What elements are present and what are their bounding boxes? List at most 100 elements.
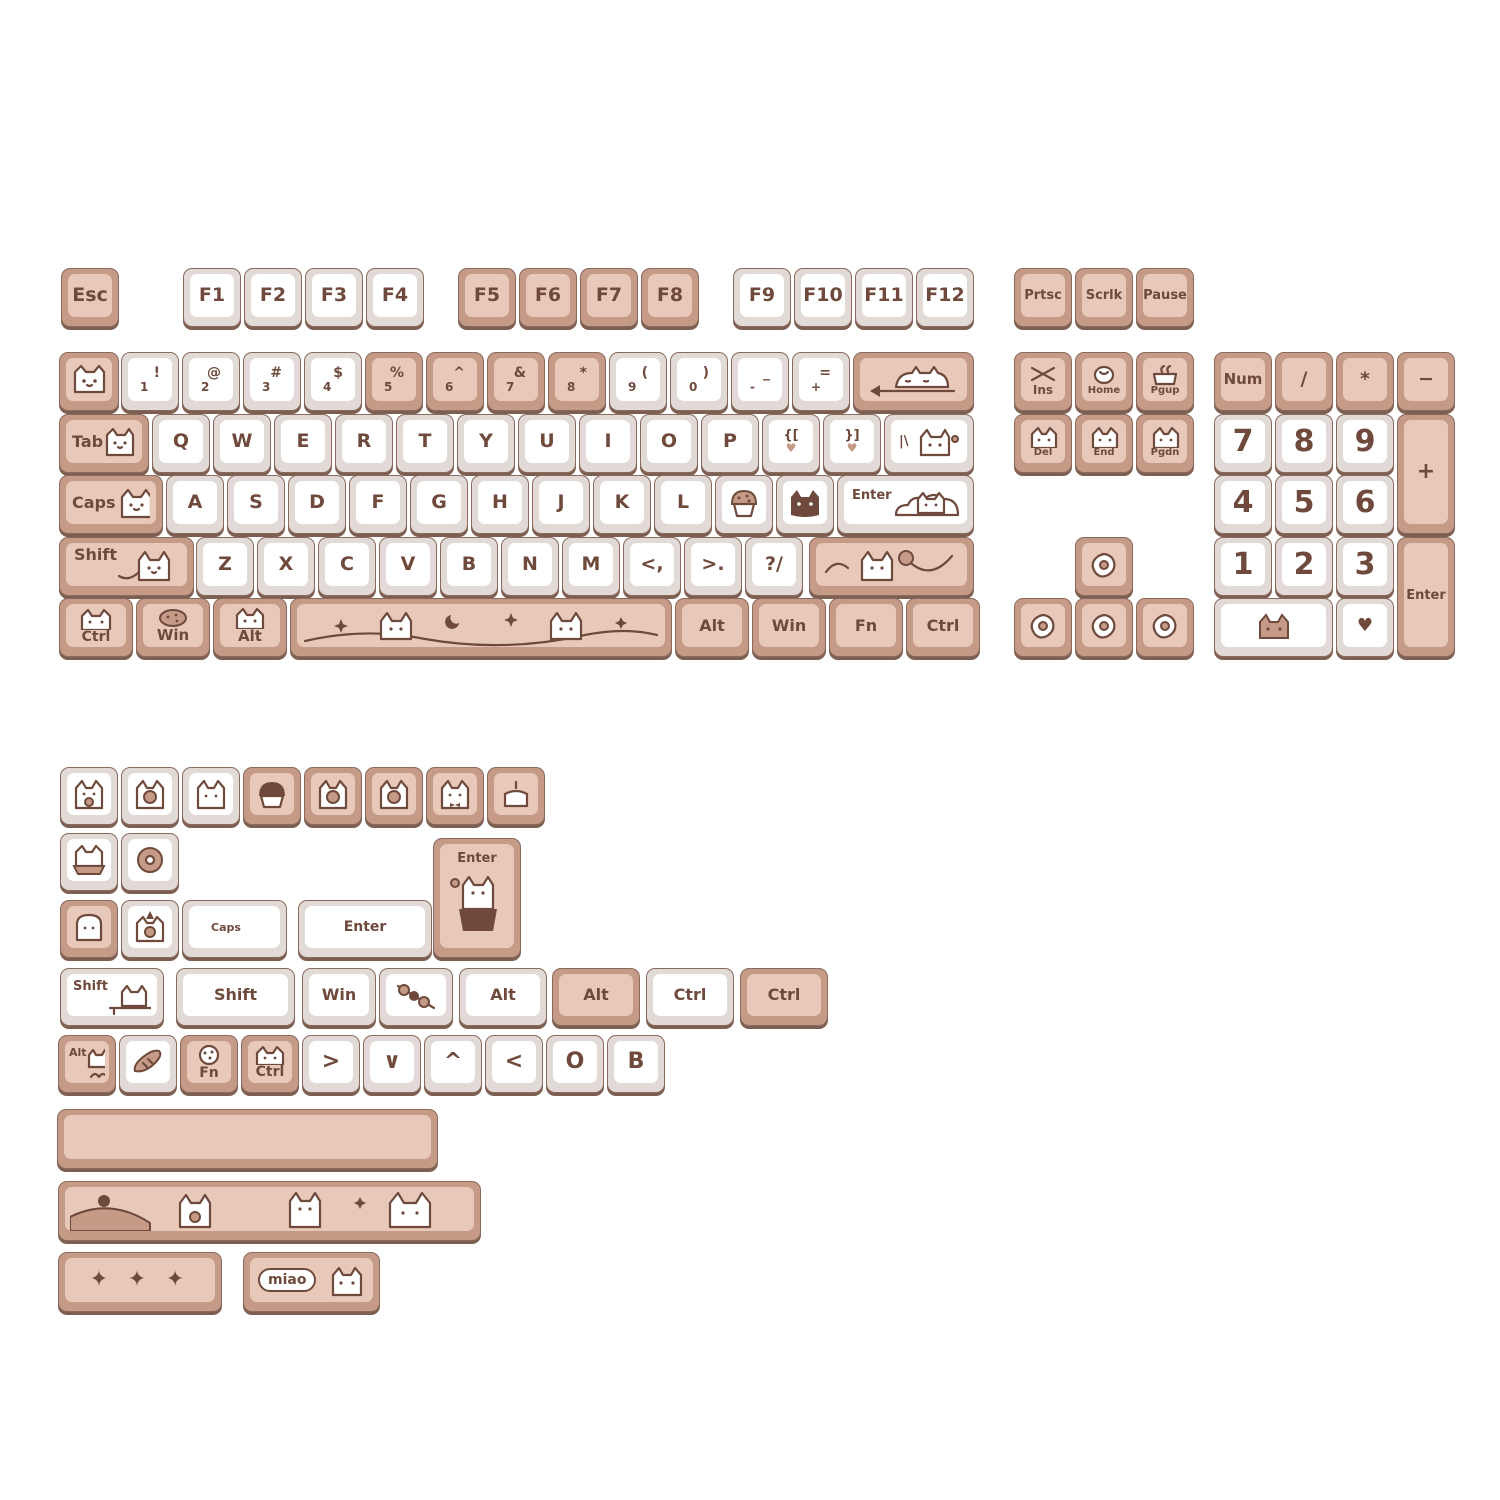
- extra-key-b[interactable]: B: [607, 1035, 665, 1093]
- key-d[interactable]: D: [288, 475, 346, 534]
- key-num-2[interactable]: 2: [1275, 537, 1333, 596]
- key-comma[interactable]: <,: [623, 537, 681, 596]
- key-backspace[interactable]: [853, 352, 974, 411]
- key-2[interactable]: @2: [182, 352, 240, 411]
- key-n[interactable]: N: [501, 537, 559, 596]
- extra-key-cake[interactable]: [487, 767, 545, 825]
- extra-key-cat-party[interactable]: [121, 900, 179, 958]
- extra-key-miao[interactable]: miao: [243, 1252, 380, 1312]
- key-y[interactable]: Y: [457, 414, 515, 473]
- extra-key-o[interactable]: O: [546, 1035, 604, 1093]
- key-f3[interactable]: F3: [305, 268, 363, 327]
- key-p[interactable]: P: [701, 414, 759, 473]
- key-num-6[interactable]: 6: [1336, 475, 1394, 534]
- key-shift[interactable]: Shift: [59, 537, 194, 596]
- extra-key-donut[interactable]: [121, 833, 179, 891]
- key-a[interactable]: A: [166, 475, 224, 534]
- extra-key-enter[interactable]: Enter: [298, 900, 432, 958]
- key-num-1[interactable]: 1: [1214, 537, 1272, 596]
- extra-key-spacebar-cats[interactable]: [58, 1181, 481, 1241]
- extra-key-dango[interactable]: [379, 968, 453, 1026]
- key-5[interactable]: % 5: [365, 352, 423, 411]
- key-num-slash[interactable]: /: [1275, 352, 1333, 411]
- key-f2[interactable]: F2: [244, 268, 302, 327]
- key-right-bracket[interactable]: }] ♥: [823, 414, 881, 473]
- key-f[interactable]: F: [349, 475, 407, 534]
- extra-key-cat-7[interactable]: [60, 833, 118, 891]
- key-f11[interactable]: F11: [855, 268, 913, 327]
- extra-key-spacebar-plain[interactable]: [57, 1109, 438, 1169]
- extra-key-chocolate-muffin[interactable]: [243, 767, 301, 825]
- key-num-5[interactable]: 5: [1275, 475, 1333, 534]
- key-tab[interactable]: Tab: [59, 414, 149, 473]
- key-m[interactable]: M: [562, 537, 620, 596]
- extra-key-cat-5[interactable]: [365, 767, 423, 825]
- extra-key-cat-6[interactable]: [426, 767, 484, 825]
- extra-key-fn-cookie[interactable]: Fn: [180, 1035, 238, 1093]
- key-f1[interactable]: F1: [183, 268, 241, 327]
- key-right-ctrl[interactable]: Ctrl: [906, 598, 980, 657]
- key-g[interactable]: G: [410, 475, 468, 534]
- key-arrow-up[interactable]: [1075, 537, 1133, 596]
- key-num-plus[interactable]: +: [1397, 414, 1455, 534]
- key-k[interactable]: K: [593, 475, 651, 534]
- key-f5[interactable]: F5: [458, 268, 516, 327]
- key-6[interactable]: ^ 6: [426, 352, 484, 411]
- key-prtsc[interactable]: Prtsc: [1014, 268, 1072, 327]
- key-f12[interactable]: F12: [916, 268, 974, 327]
- key-alt[interactable]: Alt: [213, 598, 287, 657]
- key-arrow-right[interactable]: [1136, 598, 1194, 657]
- key-minus[interactable]: _ -: [731, 352, 789, 411]
- key-num-8[interactable]: 8: [1275, 414, 1333, 473]
- key-num-7[interactable]: 7: [1214, 414, 1272, 473]
- key-pause[interactable]: Pause: [1136, 268, 1194, 327]
- key-7[interactable]: & 7: [487, 352, 545, 411]
- key-z[interactable]: Z: [196, 537, 254, 596]
- key-home[interactable]: Home: [1075, 352, 1133, 411]
- extra-key-bread[interactable]: [119, 1035, 177, 1093]
- extra-key-alt-cat[interactable]: Alt: [58, 1035, 116, 1093]
- key-ins[interactable]: Ins: [1014, 352, 1072, 411]
- key-left-bracket[interactable]: {[♥: [762, 414, 820, 473]
- key-tilde-cat[interactable]: [59, 352, 119, 411]
- key-right-alt[interactable]: Alt: [675, 598, 749, 657]
- key-fn[interactable]: Fn: [829, 598, 903, 657]
- key-b[interactable]: B: [440, 537, 498, 596]
- key-o[interactable]: O: [640, 414, 698, 473]
- key-semicolon[interactable]: [715, 475, 773, 534]
- key-esc[interactable]: Esc: [61, 268, 119, 327]
- key-u[interactable]: U: [518, 414, 576, 473]
- extra-key-arrow-left[interactable]: <: [485, 1035, 543, 1093]
- key-caps[interactable]: Caps: [59, 475, 163, 534]
- key-j[interactable]: J: [532, 475, 590, 534]
- extra-key-iso-enter[interactable]: Enter: [433, 838, 521, 958]
- extra-key-shift-cat[interactable]: Shift: [60, 968, 164, 1026]
- key-numlock[interactable]: Num: [1214, 352, 1272, 411]
- extra-key-caps[interactable]: Caps: [182, 900, 287, 958]
- key-f4[interactable]: F4: [366, 268, 424, 327]
- extra-key-cat-1[interactable]: [60, 767, 118, 825]
- key-f7[interactable]: F7: [580, 268, 638, 327]
- key-equals[interactable]: = +: [792, 352, 850, 411]
- extra-key-ctrl-cat[interactable]: Ctrl: [241, 1035, 299, 1093]
- key-8[interactable]: * 8: [548, 352, 606, 411]
- key-t[interactable]: T: [396, 414, 454, 473]
- key-arrow-down[interactable]: [1075, 598, 1133, 657]
- key-f9[interactable]: F9: [733, 268, 791, 327]
- key-enter[interactable]: Enter: [837, 475, 974, 534]
- key-pgup[interactable]: Pgup: [1136, 352, 1194, 411]
- extra-key-ctrl-tan[interactable]: Ctrl: [740, 968, 828, 1026]
- key-period[interactable]: >.: [684, 537, 742, 596]
- key-pgdn[interactable]: Pgdn: [1136, 414, 1194, 473]
- extra-key-win[interactable]: Win: [302, 968, 376, 1026]
- key-num-minus[interactable]: −: [1397, 352, 1455, 411]
- key-end[interactable]: End: [1075, 414, 1133, 473]
- extra-key-arrow-right[interactable]: >: [302, 1035, 360, 1093]
- key-win[interactable]: Win: [136, 598, 210, 657]
- extra-key-cat-4[interactable]: [304, 767, 362, 825]
- key-0[interactable]: ) 0: [670, 352, 728, 411]
- key-spacebar[interactable]: [290, 598, 672, 657]
- key-v[interactable]: V: [379, 537, 437, 596]
- key-r[interactable]: R: [335, 414, 393, 473]
- key-q[interactable]: Q: [152, 414, 210, 473]
